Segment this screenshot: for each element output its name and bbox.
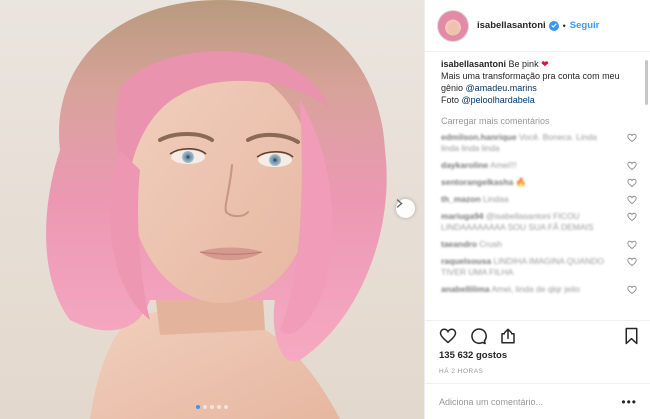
carousel-dot bbox=[203, 405, 207, 409]
carousel-dot bbox=[210, 405, 214, 409]
heart-icon[interactable] bbox=[439, 327, 457, 345]
portrait-illustration bbox=[46, 0, 387, 419]
carousel-dot bbox=[224, 405, 228, 409]
comment-row: raquelsousa LINDIHA IMAGINA QUANDO TIVER… bbox=[441, 256, 637, 278]
comment-text: raquelsousa LINDIHA IMAGINA QUANDO TIVER… bbox=[441, 256, 627, 278]
comment-body: Amei!!! bbox=[490, 160, 517, 170]
likes-count[interactable]: 135 632 gostos bbox=[439, 350, 507, 361]
verified-badge-icon bbox=[548, 20, 559, 31]
comment-text: mariuga94 @isabellasantoni FICOU LINDAAA… bbox=[441, 211, 627, 233]
header-username[interactable]: isabellasantoni bbox=[477, 20, 546, 31]
comment-text: taeandro Crush bbox=[441, 239, 627, 250]
more-options-button[interactable]: ••• bbox=[621, 395, 637, 409]
comment-row: edmilson.hanrique Você. Boneca. Linda li… bbox=[441, 132, 637, 154]
comment-icon[interactable] bbox=[469, 327, 487, 345]
comment-row: th_mazon Lindaa bbox=[441, 194, 637, 205]
follow-button[interactable]: Seguir bbox=[570, 20, 600, 31]
heart-icon[interactable] bbox=[627, 161, 637, 171]
post-caption: isabellasantoni Be pink ❤ Mais uma trans… bbox=[441, 58, 637, 106]
comment-body: Lindaa bbox=[483, 194, 509, 204]
comment-text: anabellilima Amei, linda de qlqr jeito bbox=[441, 284, 627, 295]
comment-text: edmilson.hanrique Você. Boneca. Linda li… bbox=[441, 132, 627, 154]
comment-row: mariuga94 @isabellasantoni FICOU LINDAAA… bbox=[441, 211, 637, 233]
post-side-panel: isabellasantoni • Seguir isabellasantoni… bbox=[424, 0, 650, 419]
comment-username[interactable]: raquelsousa bbox=[441, 256, 491, 266]
post-header: isabellasantoni • Seguir bbox=[425, 0, 650, 52]
share-icon[interactable] bbox=[499, 327, 517, 345]
action-bar bbox=[425, 320, 650, 350]
comments-scrollbar[interactable] bbox=[645, 60, 648, 105]
comment-username[interactable]: taeandro bbox=[441, 239, 477, 249]
comment-list: edmilson.hanrique Você. Boneca. Linda li… bbox=[441, 132, 637, 295]
comment-username[interactable]: edmilson.hanrique bbox=[441, 132, 517, 142]
add-comment-bar: ••• bbox=[425, 383, 650, 419]
comment-body: Amei, linda de qlqr jeito bbox=[491, 284, 580, 294]
comment-row: taeandro Crush bbox=[441, 239, 637, 250]
heart-emoji: ❤ bbox=[541, 59, 549, 69]
comments-section: isabellasantoni Be pink ❤ Mais uma trans… bbox=[425, 58, 650, 320]
next-slide-button[interactable] bbox=[396, 199, 415, 218]
carousel-dot bbox=[196, 405, 200, 409]
comment-username[interactable]: daykaroline bbox=[441, 160, 488, 170]
carousel-dot bbox=[217, 405, 221, 409]
caption-mention[interactable]: @peloolhardabela bbox=[462, 95, 535, 105]
carousel-indicator bbox=[196, 405, 228, 409]
post-photo[interactable] bbox=[0, 0, 424, 419]
heart-icon[interactable] bbox=[627, 212, 637, 222]
heart-icon[interactable] bbox=[627, 178, 637, 188]
comment-row: anabellilima Amei, linda de qlqr jeito bbox=[441, 284, 637, 295]
heart-icon[interactable] bbox=[627, 240, 637, 250]
comment-body: Crush bbox=[479, 239, 502, 249]
comment-row: sentorangelkasha 🔥 bbox=[441, 177, 637, 188]
caption-text: Foto bbox=[441, 95, 460, 105]
load-more-comments-button[interactable]: Carregar mais comentários bbox=[441, 116, 637, 126]
comment-username[interactable]: anabellilima bbox=[441, 284, 490, 294]
comment-username[interactable]: mariuga94 bbox=[441, 211, 484, 221]
post-timestamp: HÁ 2 HORAS bbox=[439, 368, 484, 375]
next-arrow-icon bbox=[396, 199, 403, 208]
header-separator: • bbox=[562, 20, 566, 31]
caption-username[interactable]: isabellasantoni bbox=[441, 59, 506, 69]
comment-text: sentorangelkasha 🔥 bbox=[441, 177, 627, 188]
comment-body: 🔥 bbox=[515, 177, 527, 187]
comment-text: th_mazon Lindaa bbox=[441, 194, 627, 205]
avatar[interactable] bbox=[437, 9, 469, 42]
comment-input[interactable] bbox=[439, 396, 622, 407]
heart-icon[interactable] bbox=[627, 195, 637, 205]
caption-text: Be pink bbox=[508, 59, 539, 69]
comment-row: daykaroline Amei!!! bbox=[441, 160, 637, 171]
comment-text: daykaroline Amei!!! bbox=[441, 160, 627, 171]
comment-username[interactable]: th_mazon bbox=[441, 194, 481, 204]
bookmark-icon[interactable] bbox=[624, 327, 639, 345]
heart-icon[interactable] bbox=[627, 285, 637, 295]
caption-mention[interactable]: @amadeu.marins bbox=[466, 83, 537, 93]
instagram-post: isabellasantoni • Seguir isabellasantoni… bbox=[0, 0, 650, 419]
heart-icon[interactable] bbox=[627, 133, 637, 143]
heart-icon[interactable] bbox=[627, 257, 637, 267]
comment-username[interactable]: sentorangelkasha bbox=[441, 177, 513, 187]
